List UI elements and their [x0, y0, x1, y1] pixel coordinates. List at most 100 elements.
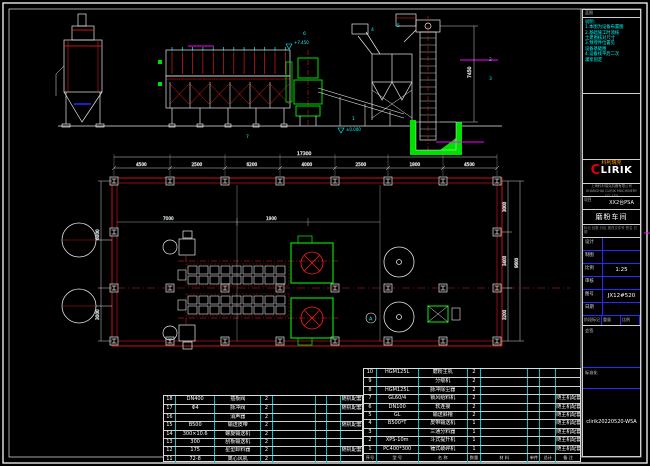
bom-row[interactable]: 3三通分料器1随主机配套 [364, 428, 580, 436]
cyclone-plan[interactable] [62, 223, 112, 323]
bom-row[interactable]: 1172-8离心风机2 [164, 455, 362, 463]
svg-text:6000: 6000 [95, 229, 100, 240]
bom-row[interactable]: 9分级机2 [364, 377, 580, 385]
bom-header-cell: 名 称 [419, 454, 469, 463]
column-symbol [166, 337, 174, 345]
svg-text:1800: 1800 [410, 162, 421, 167]
bom-cell-remark: 随主机配套 [556, 420, 580, 427]
field-row-check[interactable]: 审核 [583, 277, 640, 290]
bom-cell-model [377, 429, 419, 436]
company-address: 上海科利瑞克机器有限公司 SHANGHAI CLIRIK MACHINERY C… [583, 184, 640, 197]
dust-collector-elevation[interactable] [56, 14, 104, 127]
support-legs [169, 108, 287, 127]
bom-row[interactable]: 16消声器2 [164, 413, 362, 421]
bom-cell-no: 17 [164, 405, 176, 412]
bom-cell-model: 72-8 [176, 456, 216, 463]
drawing-file-code: clirik20220520-W5A [583, 419, 640, 425]
svg-text:2500: 2500 [356, 162, 367, 167]
grid-bubble: A [366, 313, 376, 323]
svg-text:3000: 3000 [502, 201, 507, 212]
baghouse-train-plan[interactable] [178, 294, 289, 316]
bom-cell-no: 16 [164, 414, 176, 421]
svg-text:4: 4 [371, 27, 374, 33]
bom-cell-name: 软连接 [419, 404, 469, 411]
bom-cell-mat [273, 431, 317, 438]
panel-spacer [583, 94, 640, 160]
svg-text:1900: 1900 [266, 216, 277, 221]
bom-cell-model [176, 414, 216, 421]
plan-left-dimensions: 6000 3000 [95, 181, 112, 341]
bom-cell-w1 [528, 429, 540, 436]
svg-text:7: 7 [246, 134, 249, 140]
mill-unit-plan-selected[interactable] [291, 236, 333, 283]
fan-assembly-plan[interactable] [163, 231, 195, 262]
bom-row[interactable]: 15B500输送皮带2随机配套 [164, 421, 362, 429]
bucket-elevator-elevation[interactable] [404, 16, 440, 150]
plan-view[interactable]: A 17300 4500250062004000250018004500 [62, 151, 570, 349]
title-block-panel[interactable]: 蓝图 说明:1.本图为设备布置图2.基础施工时须按 土建图核对尺寸3.预埋件位置… [582, 9, 641, 457]
field-row-design[interactable]: 设计 [583, 238, 640, 251]
twin-hopper-elevation[interactable] [352, 14, 416, 120]
field-row-drawing-no[interactable]: 图号 JX12#520 [583, 290, 640, 303]
stage-strip: 阶段标记 重量 比例 [583, 316, 640, 326]
bom-cell-name: 皮带输送机 [419, 420, 469, 427]
bom-cell-name: 离心风机 [215, 456, 261, 463]
bom-table-right[interactable]: 10HGM125L磨粉主机29分级机28HGM125L脉冲除尘器27GL60/4… [363, 368, 581, 462]
bom-row[interactable]: 2XPS-10m斗式提升机1随主机配套 [364, 436, 580, 444]
elevator-plan-selected[interactable] [428, 306, 460, 322]
bom-row[interactable]: 14300×10.6螺旋输送机2 [164, 430, 362, 438]
svg-text:4000: 4000 [302, 162, 313, 167]
project-row: 项目 XX2台PSA [583, 197, 640, 210]
bom-cell-no: 18 [164, 396, 176, 404]
bom-row[interactable]: 7GL60/4锁风给料机2随主机配套 [364, 394, 580, 402]
bom-cell-no: 8 [364, 387, 377, 394]
bom-cell-w1 [316, 431, 327, 438]
svg-text:2500: 2500 [192, 162, 203, 167]
bom-cell-no: 7 [364, 395, 377, 402]
elevation-view[interactable]: 7450 +7.450 ±0.000 1234567 [56, 14, 502, 155]
mill-unit-elevation-selected[interactable] [286, 50, 322, 126]
bom-header-cell: 数量 [468, 454, 481, 463]
bom-row[interactable]: 17Φ4脉冲阀2随机配套 [164, 404, 362, 412]
cad-drawing-canvas[interactable]: 7450 +7.450 ±0.000 1234567 [0, 0, 650, 466]
bom-row[interactable]: 13300刮板输送机2 [164, 438, 362, 446]
bom-cell-remark [556, 378, 580, 385]
bom-row[interactable]: 12175星型卸料器2随机配套 [164, 446, 362, 454]
bom-row[interactable]: 5GL输送斜槽2随主机配套 [364, 411, 580, 419]
bom-header-cell: 单件 [528, 454, 540, 463]
bom-cell-w1 [528, 437, 540, 444]
bom-cell-model [377, 378, 419, 385]
svg-text:17300: 17300 [297, 151, 311, 157]
bom-cell-w1 [528, 412, 540, 419]
bom-cell-w2 [327, 447, 341, 454]
bom-cell-model: HGM125L [377, 387, 419, 394]
bom-cell-qty: 1 [468, 437, 481, 444]
bom-cell-model: GL [377, 412, 419, 419]
bom-row[interactable]: 8HGM125L脉冲除尘器2 [364, 386, 580, 394]
bom-row[interactable]: 10HGM125L磨粉主机2 [364, 369, 580, 377]
bom-cell-name: 磨粉主机 [419, 369, 469, 377]
bom-cell-remark: 随机配套 [341, 405, 362, 412]
field-row-scale[interactable]: 比例 1:25 [583, 264, 640, 277]
field-row-date[interactable]: 日期 [583, 303, 640, 316]
bom-cell-w2 [540, 395, 556, 402]
field-row-draft[interactable]: 制图 [583, 251, 640, 264]
baghouse-train-plan[interactable] [178, 264, 289, 286]
bom-cell-name: 脉冲除尘器 [419, 387, 469, 394]
bom-cell-mat [273, 396, 317, 404]
bom-cell-w2 [327, 422, 341, 429]
column-symbol [439, 337, 447, 345]
mill-unit-plan-selected[interactable] [291, 298, 333, 345]
green-tag [158, 82, 162, 86]
bom-cell-model: 300 [176, 439, 216, 446]
bom-row[interactable]: 4B500*T皮带输送机1随主机配套 [364, 419, 580, 427]
inclined-conveyor-elevation[interactable] [318, 88, 404, 126]
bom-cell-w1 [316, 456, 327, 463]
bom-table-left[interactable]: 18DN400插板阀2随机配套17Φ4脉冲阀2随机配套16消声器215B500输… [163, 395, 363, 462]
bom-row[interactable]: 6DN100软连接2随主机配套 [364, 403, 580, 411]
elevation-level-marks: +7.450 ±0.000 [286, 40, 361, 133]
column-symbol [331, 177, 339, 185]
bom-row[interactable]: 18DN400插板阀2随机配套 [164, 396, 362, 404]
bom-row[interactable]: 1PC400*300锤式破碎机1随主机配套 [364, 445, 580, 453]
baghouse-elevation[interactable] [158, 46, 290, 127]
